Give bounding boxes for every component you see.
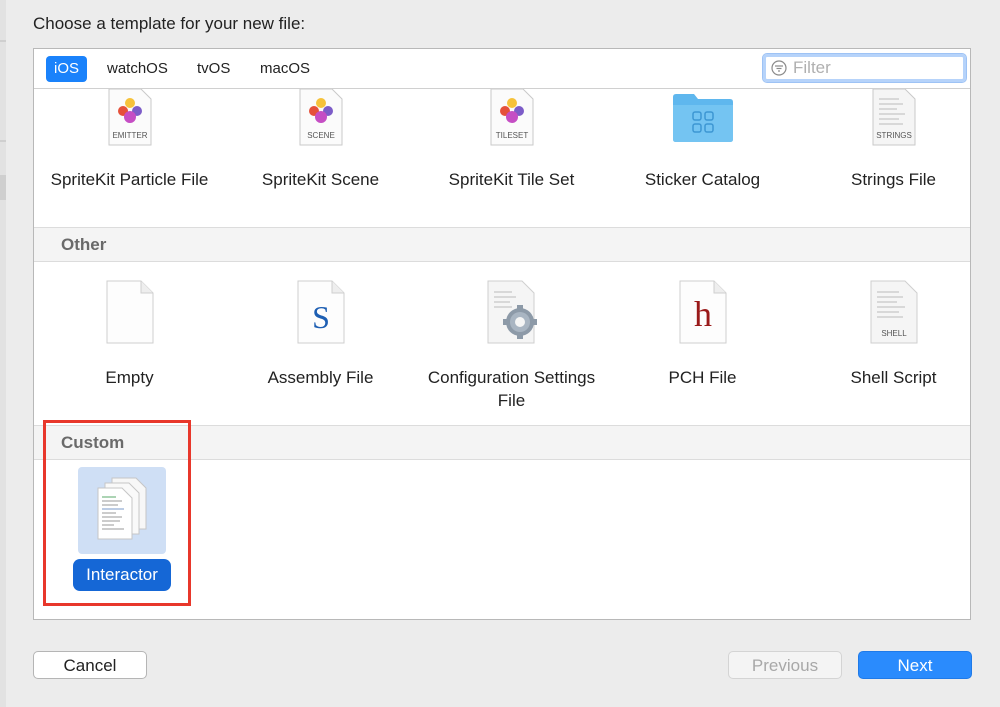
config-settings-icon: [487, 280, 537, 344]
template-spritekit-scene[interactable]: SCENE SpriteKit Scene: [225, 89, 416, 227]
svg-text:h: h: [694, 294, 712, 334]
tab-ios[interactable]: iOS: [46, 56, 88, 82]
template-label: SpriteKit Scene: [261, 170, 380, 189]
template-spritekit-tile-set[interactable]: TILESET SpriteKit Tile Set: [416, 89, 607, 227]
empty-file-icon: [106, 280, 153, 344]
template-label: Shell Script: [850, 368, 937, 387]
platform-tabbar: iOS watchOS tvOS macOS: [34, 49, 970, 89]
section-header-other: Other: [34, 227, 970, 262]
svg-text:STRINGS: STRINGS: [876, 131, 912, 140]
tab-watchos[interactable]: watchOS: [99, 56, 176, 82]
template-label: SpriteKit Particle File: [50, 170, 209, 189]
background-window-edge: [0, 0, 6, 707]
spritekit-scene-icon: SCENE: [299, 89, 342, 146]
template-label: Strings File: [850, 170, 937, 189]
template-assembly-file[interactable]: S Assembly File: [225, 262, 416, 425]
svg-text:TILESET: TILESET: [495, 131, 528, 140]
template-shell-script[interactable]: SHELL Shell Script: [798, 262, 970, 425]
svg-text:S: S: [312, 299, 330, 335]
templates-row-other: Empty S Assembly File Configuration Sett…: [34, 262, 970, 425]
spritekit-tileset-icon: TILESET: [490, 89, 533, 146]
cancel-button[interactable]: Cancel: [33, 651, 147, 679]
filter-icon: [771, 60, 787, 76]
template-label: Configuration Settings File: [427, 368, 596, 410]
next-button[interactable]: Next: [858, 651, 972, 679]
highlight-annotation-box: [43, 420, 191, 606]
template-label: Sticker Catalog: [644, 170, 761, 189]
template-pch-file[interactable]: h PCH File: [607, 262, 798, 425]
template-label: Empty: [105, 368, 154, 387]
template-strings-file[interactable]: STRINGS Strings File: [798, 89, 970, 227]
folder-icon: [672, 94, 733, 142]
shell-script-icon: SHELL: [870, 280, 917, 344]
filter-input[interactable]: [793, 58, 958, 78]
template-label: Assembly File: [267, 368, 374, 387]
spritekit-emitter-icon: EMITTER: [108, 89, 151, 146]
svg-text:SHELL: SHELL: [881, 329, 907, 338]
template-sticker-catalog[interactable]: Sticker Catalog: [607, 89, 798, 227]
previous-button[interactable]: Previous: [728, 651, 842, 679]
template-empty[interactable]: Empty: [34, 262, 225, 425]
strings-file-icon: STRINGS: [872, 89, 915, 146]
svg-text:EMITTER: EMITTER: [112, 131, 147, 140]
tab-tvos[interactable]: tvOS: [189, 56, 238, 82]
tab-macos[interactable]: macOS: [252, 56, 318, 82]
template-configuration-settings-file[interactable]: Configuration Settings File: [416, 262, 607, 425]
template-spritekit-particle-file[interactable]: EMITTER SpriteKit Particle File: [34, 89, 225, 227]
assembly-file-icon: S: [297, 280, 344, 344]
svg-text:SCENE: SCENE: [307, 131, 335, 140]
pch-file-icon: h: [679, 280, 726, 344]
template-label: SpriteKit Tile Set: [448, 170, 575, 189]
section-title: Other: [61, 235, 107, 254]
filter-field[interactable]: [762, 53, 967, 83]
template-label: PCH File: [668, 368, 737, 387]
templates-row-top: EMITTER SpriteKit Particle File SCENE Sp…: [34, 89, 970, 227]
dialog-prompt: Choose a template for your new file:: [33, 14, 306, 33]
